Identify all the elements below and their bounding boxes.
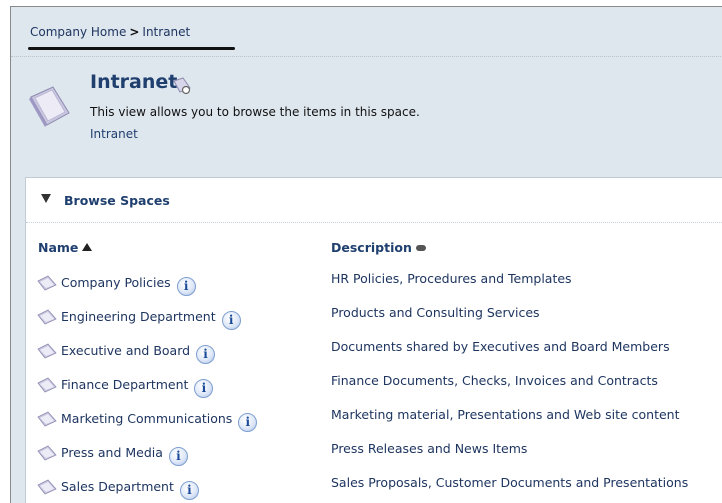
space-name-text[interactable]: Press and Media [61,445,163,460]
breadcrumb-home-link[interactable]: Company Home [30,25,126,39]
space-description: Marketing material, Presentations and We… [331,407,680,422]
table-row: Finance Department i Finance Documents, Ch… [26,368,722,402]
info-icon[interactable]: i [221,311,241,330]
space-folder-icon [29,86,70,127]
space-name-link[interactable]: Press and Media i [61,445,188,466]
space-name-link[interactable]: Sales Department i [61,479,199,500]
folder-icon[interactable] [37,445,57,461]
page-title: Intranet [90,71,178,93]
table-row: Company Policies i HR Policies, Procedures… [26,266,722,300]
folder-icon[interactable] [37,411,57,427]
space-name-text[interactable]: Sales Department [61,479,174,494]
folder-icon[interactable] [37,275,57,291]
space-name-link[interactable]: Engineering Department i [61,309,241,330]
panel-title[interactable]: Browse Spaces [64,193,170,208]
column-header-description[interactable]: Description [331,240,426,255]
info-icon[interactable]: i [194,379,214,398]
breadcrumb-separator: > [129,25,140,39]
info-icon[interactable]: i [176,277,196,296]
space-description: Finance Documents, Checks, Invoices and … [331,373,658,388]
app-frame: Company Home > Intranet Intranet This view… [10,6,722,503]
folder-icon[interactable] [37,343,57,359]
folder-icon[interactable] [37,377,57,393]
folder-icon[interactable] [37,479,57,495]
panel-header[interactable]: Browse Spaces [26,178,722,223]
info-icon[interactable]: i [179,481,199,500]
table-row: Press and Media i Press Releases and News … [26,436,722,470]
sort-toggle-icon[interactable] [415,245,426,251]
column-header-name[interactable]: Name [38,240,93,255]
table-row: Executive and Board i Documents shared by … [26,334,722,368]
table-row: Marketing Communications i Marketing mater… [26,402,722,436]
table-row: Engineering Department i Products and Cons… [26,300,722,334]
column-name-label[interactable]: Name [38,240,78,255]
column-description-label[interactable]: Description [331,240,412,255]
breadcrumb-underline [28,47,235,50]
browse-spaces-panel: Browse Spaces Name Description Company P… [25,177,722,503]
space-description: Press Releases and News Items [331,441,528,456]
space-name-link[interactable]: Finance Department i [61,377,214,398]
space-name-link[interactable]: Executive and Board i [61,343,216,364]
view-details-icon[interactable] [171,77,193,95]
space-description: Sales Proposals, Customer Documents and … [331,475,689,490]
space-header: Intranet This view allows you to browse … [11,57,722,157]
space-name-link[interactable]: Company Policies i [61,275,196,296]
breadcrumb-bar: Company Home > Intranet [11,7,722,57]
info-icon[interactable]: i [238,413,258,432]
collapse-triangle-icon[interactable] [41,194,51,203]
info-icon[interactable]: i [196,345,216,364]
space-name-text[interactable]: Company Policies [61,275,171,290]
space-description: Documents shared by Executives and Board… [331,339,670,354]
breadcrumb: Company Home > Intranet [30,25,190,39]
space-name-text[interactable]: Finance Department [61,377,188,392]
space-description: Products and Consulting Services [331,305,540,320]
table-row: Sales Department i Sales Proposals, Custom… [26,470,722,503]
space-name-link[interactable]: Marketing Communications i [61,411,258,432]
info-icon[interactable]: i [168,447,188,466]
space-name-text[interactable]: Engineering Department [61,309,216,324]
page-description: This view allows you to browse the items… [90,105,420,119]
breadcrumb-current-link[interactable]: Intranet [142,25,190,39]
space-name-text[interactable]: Executive and Board [61,343,190,358]
folder-icon[interactable] [37,309,57,325]
space-name-text[interactable]: Marketing Communications [61,411,232,426]
sort-ascending-icon[interactable] [82,243,93,251]
space-description: HR Policies, Procedures and Templates [331,271,572,286]
page-subtitle: Intranet [90,127,138,141]
